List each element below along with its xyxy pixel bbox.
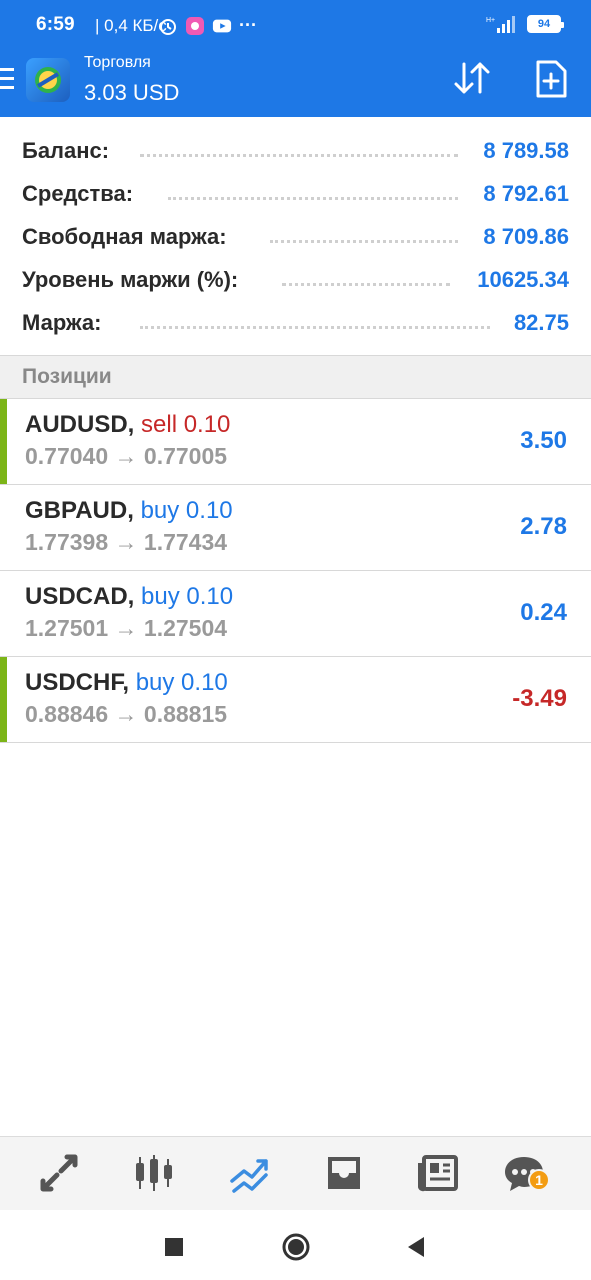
position-prices: 1.77398 → 1.77434 [25, 529, 227, 556]
position-direction: buy 0.10 [140, 497, 233, 524]
app-notification-icon [186, 16, 204, 35]
history-icon[interactable] [322, 1151, 366, 1195]
position-profit: 0.24 [520, 599, 567, 626]
status-bar: 6:59 | 0,4 КБ/с ··· H+ 94 [0, 0, 591, 50]
chat-tab[interactable]: 1 [502, 1151, 550, 1195]
arrow-icon: → [114, 443, 138, 469]
open-price: 1.77398 [25, 529, 109, 555]
position-symbol: AUDUSD, [25, 411, 135, 438]
margin-label: Маржа: [22, 310, 102, 335]
profit-summary: 3.03 USD [84, 80, 180, 105]
free-margin-row: Свободная маржа: 8 709.86 [0, 214, 591, 257]
margin-level-row: Уровень маржи (%): 10625.34 [0, 257, 591, 300]
position-marker [0, 399, 7, 484]
position-title: USDCAD, buy 0.10 [25, 583, 233, 611]
leader-dots [270, 240, 458, 243]
position-symbol: USDCAD, [25, 583, 135, 610]
margin-level-label: Уровень маржи (%): [22, 267, 239, 292]
positions-header: Позиции [0, 356, 591, 398]
position-profit: 2.78 [520, 513, 567, 540]
current-price: 0.88815 [143, 701, 228, 727]
equity-label: Средства: [22, 181, 134, 206]
bottom-tab-bar: 1 [0, 1136, 591, 1210]
position-row-audusd[interactable]: AUDUSD, sell 0.10 0.77040 → 0.77005 3.50 [0, 399, 591, 485]
current-price: 0.77005 [143, 443, 228, 469]
position-row-usdchf[interactable]: USDCHF, buy 0.10 0.88846 → 0.88815 -3.49 [0, 657, 591, 743]
back-button[interactable] [402, 1232, 432, 1262]
margin-value: 82.75 [513, 310, 569, 335]
position-direction: sell 0.10 [141, 411, 231, 438]
current-price: 1.77434 [143, 529, 228, 555]
current-price: 1.27504 [143, 615, 228, 641]
home-button[interactable] [281, 1232, 311, 1262]
chat-badge: 1 [528, 1169, 550, 1191]
position-title: GBPAUD, buy 0.10 [25, 497, 233, 525]
status-network-speed: | 0,4 КБ/с [95, 16, 167, 35]
position-symbol: GBPAUD, [25, 497, 134, 524]
page-title: Торговля [84, 54, 151, 71]
battery-indicator: 94 [527, 15, 564, 33]
trade-icon[interactable] [228, 1151, 272, 1195]
position-row-gbpaud[interactable]: GBPAUD, buy 0.10 1.77398 → 1.77434 2.78 [0, 485, 591, 571]
open-price: 0.88846 [25, 701, 109, 727]
signal-icon: H+ [486, 16, 515, 33]
network-type-label: H+ [486, 17, 495, 24]
open-price: 0.77040 [25, 443, 109, 469]
positions-list: AUDUSD, sell 0.10 0.77040 → 0.77005 3.50… [0, 399, 591, 743]
menu-icon[interactable] [0, 68, 16, 94]
equity-value: 8 792.61 [483, 181, 569, 206]
equity-row: Средства: 8 792.61 [0, 171, 591, 214]
open-price: 1.27501 [25, 615, 109, 641]
margin-row: Маржа: 82.75 [0, 300, 591, 343]
position-title: USDCHF, buy 0.10 [25, 669, 228, 697]
position-symbol: USDCHF, [25, 669, 130, 696]
balance-row: Баланс: 8 789.58 [0, 128, 591, 171]
position-marker [0, 657, 7, 742]
position-row-usdcad[interactable]: USDCAD, buy 0.10 1.27501 → 1.27504 0.24 [0, 571, 591, 657]
more-notifications-icon: ··· [239, 15, 257, 35]
arrow-icon: → [114, 615, 138, 641]
new-order-icon[interactable] [534, 60, 568, 98]
chart-icon[interactable] [132, 1151, 176, 1195]
positions-header-label: Позиции [22, 365, 112, 388]
position-direction: buy 0.10 [135, 669, 228, 696]
position-prices: 0.88846 → 0.88815 [25, 701, 227, 728]
free-margin-label: Свободная маржа: [22, 224, 227, 249]
recents-button[interactable] [159, 1232, 189, 1262]
leader-dots [282, 283, 450, 286]
app-bar: Торговля 3.03 USD [0, 50, 591, 117]
status-right: H+ 94 [485, 14, 564, 34]
account-summary: Баланс: 8 789.58 Средства: 8 792.61 Своб… [0, 128, 591, 343]
position-profit: 3.50 [520, 427, 567, 454]
news-icon[interactable] [416, 1151, 460, 1195]
balance-label: Баланс: [22, 138, 110, 163]
position-title: AUDUSD, sell 0.10 [25, 411, 230, 439]
status-time: 6:59 [36, 14, 75, 35]
app-logo [26, 58, 70, 102]
position-direction: buy 0.10 [141, 583, 234, 610]
sort-icon[interactable] [452, 60, 492, 96]
position-prices: 0.77040 → 0.77005 [25, 443, 227, 470]
leader-dots [140, 326, 490, 329]
alarm-icon [160, 18, 176, 35]
top-bar: 6:59 | 0,4 КБ/с ··· H+ 94 Торговля 3.03 … [0, 0, 591, 117]
arrow-icon: → [114, 701, 138, 727]
free-margin-value: 8 709.86 [483, 224, 569, 249]
margin-level-value: 10625.34 [477, 267, 569, 292]
status-notification-icons: ··· [158, 15, 257, 36]
position-profit: -3.49 [512, 685, 567, 712]
system-nav-bar [0, 1210, 591, 1280]
quotes-icon[interactable] [37, 1151, 81, 1195]
leader-dots [140, 154, 458, 157]
leader-dots [168, 197, 458, 200]
position-prices: 1.27501 → 1.27504 [25, 615, 227, 642]
balance-value: 8 789.58 [483, 138, 569, 163]
youtube-icon [212, 19, 232, 32]
arrow-icon: → [114, 529, 138, 555]
